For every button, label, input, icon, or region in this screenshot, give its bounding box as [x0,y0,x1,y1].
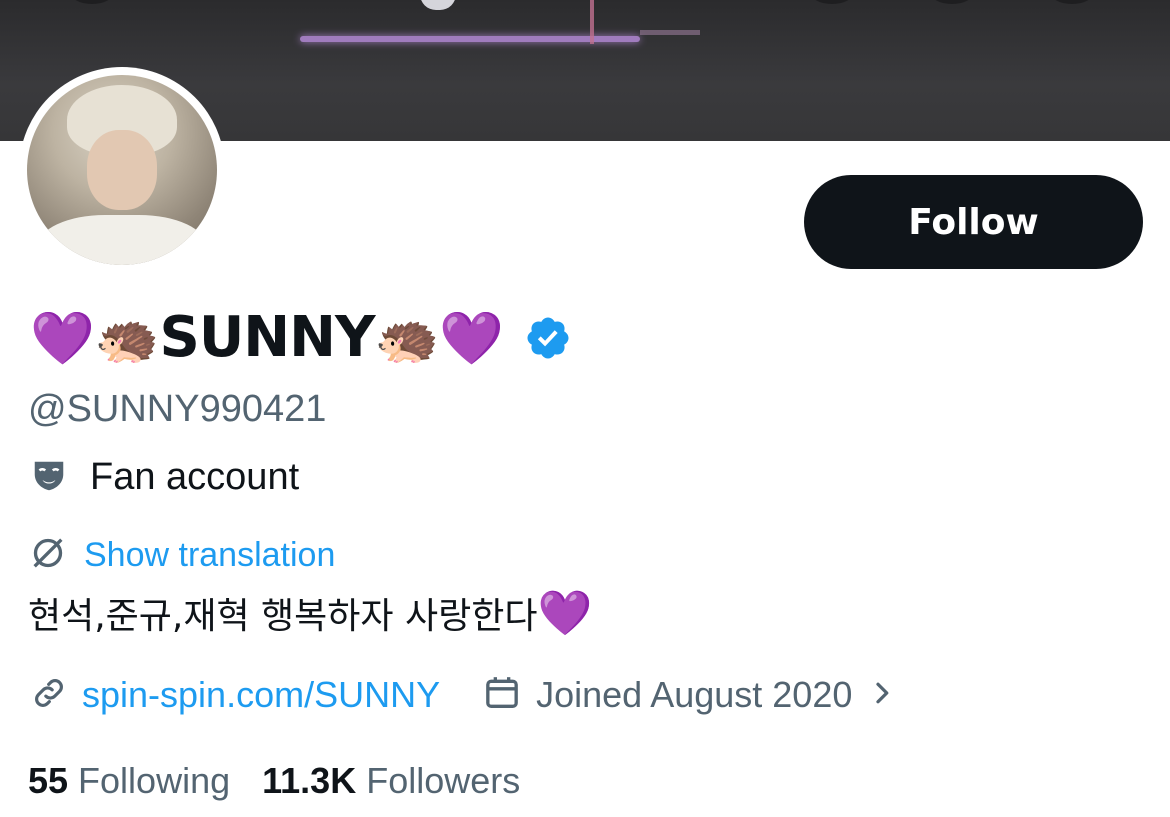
banner-decoration [1050,0,1094,4]
profile-category: Fan account [30,456,299,499]
joined-date: Joined August 2020 [536,674,853,715]
avatar-detail [87,130,157,210]
following-label: Following [78,760,231,801]
banner-decoration [70,0,114,4]
banner-decoration [930,0,974,4]
link-icon [30,674,68,716]
chevron-right-icon[interactable] [870,678,896,712]
follow-button[interactable]: Follow [804,175,1143,269]
verified-badge-icon[interactable] [524,314,572,362]
translation-globe-icon [28,533,68,577]
banner-decoration [420,0,456,10]
avatar-image [27,75,217,265]
show-translation-label: Show translation [84,535,336,574]
bio-text: 현석,준규,재혁 행복하자 사랑한다 [28,596,538,637]
followers-label: Followers [366,760,521,801]
banner-neon-light [640,30,700,35]
followers-link[interactable]: 11.3K Followers [262,760,520,802]
name-emoji-right: 🦔💜 [374,308,505,369]
avatar[interactable] [19,67,225,273]
profile-handle: @SUNNY990421 [28,388,327,430]
banner-neon-light [590,0,594,44]
name-emoji-left: 💜🦔 [30,308,160,369]
follow-stats: 55 Following 11.3K Followers [28,760,520,802]
display-name: SUNNY [159,305,376,370]
banner-neon-light [300,36,640,42]
category-label: Fan account [90,456,300,498]
show-translation-link[interactable]: Show translation [28,533,335,577]
bio-emoji: 💜 [537,588,593,639]
banner-decoration [810,0,854,4]
avatar-detail [37,215,207,265]
profile-bio: 현석,준규,재혁 행복하자 사랑한다 💜 [28,585,592,641]
calendar-icon [482,673,522,717]
followers-count: 11.3K [262,760,357,801]
following-count: 55 [28,760,69,801]
profile-meta: spin-spin.com/SUNNY Joined August 2020 [30,673,896,717]
website-link[interactable]: spin-spin.com/SUNNY [82,674,440,716]
following-link[interactable]: 55 Following [28,760,230,802]
display-name-row: 💜🦔 SUNNY 🦔💜 [30,300,572,376]
fan-mask-icon [30,457,68,499]
